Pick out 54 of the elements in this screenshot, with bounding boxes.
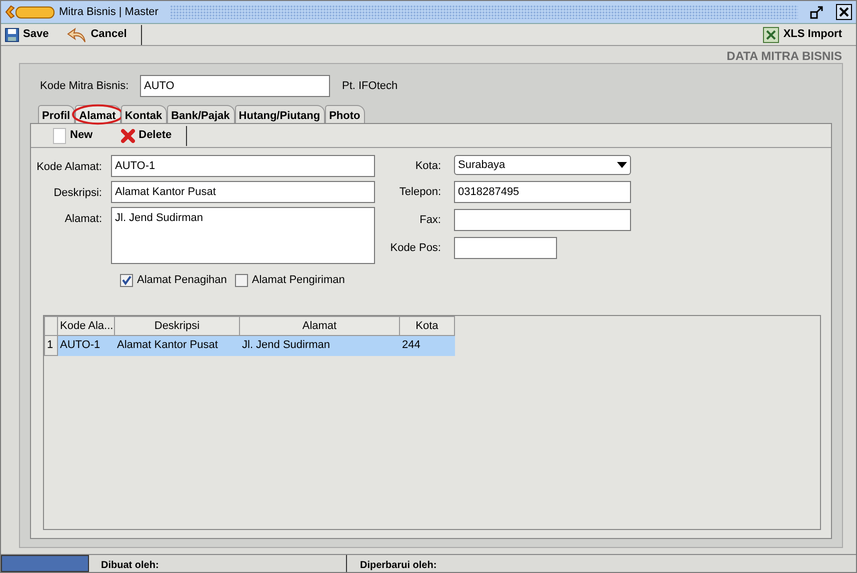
column-header[interactable]: Alamat	[240, 316, 400, 336]
column-header[interactable]: Deskripsi	[114, 316, 240, 336]
tab[interactable]: Bank/Pajak	[167, 105, 235, 123]
save-icon	[5, 28, 19, 42]
dropdown[interactable]: Surabaya	[454, 155, 631, 175]
section-title: DATA MITRA BISNIS	[726, 48, 843, 63]
delete-icon	[120, 128, 135, 142]
company-name: Pt. IFOtech	[342, 78, 398, 94]
cancel-button[interactable]: Cancel	[62, 24, 141, 44]
table-cell: 244	[400, 336, 454, 355]
text-field[interactable]: 0318287495	[454, 181, 631, 203]
close-icon[interactable]	[836, 4, 852, 20]
tab[interactable]: Hutang/Piutang	[234, 105, 326, 123]
field-label: Fax:	[418, 213, 442, 228]
table-cell: AUTO-1	[58, 336, 114, 355]
column-header[interactable]: Kode Ala...	[58, 316, 114, 336]
field-label: Kode Pos:	[389, 241, 442, 256]
text-field[interactable]: AUTO-1	[111, 155, 375, 177]
restore-icon	[810, 5, 824, 19]
table-cell: Jl. Jend Sudirman	[240, 336, 400, 355]
checkbox[interactable]	[120, 274, 133, 287]
tab[interactable]: Kontak	[120, 105, 168, 123]
field-label: Alamat:	[64, 212, 103, 227]
field-label: Kode Mitra Bisnis:	[39, 78, 130, 94]
delete-button[interactable]: Delete	[116, 126, 186, 146]
caret-icon	[617, 162, 627, 168]
field-label: Telepon:	[398, 185, 442, 200]
logo-icon	[5, 4, 55, 20]
field-label: Deskripsi:	[52, 186, 103, 201]
text-field[interactable]: Alamat Kantor Pusat	[111, 181, 375, 203]
tab[interactable]: Profil	[38, 105, 76, 123]
xls-button[interactable]: XLS Import	[759, 24, 856, 44]
table-cell: Alamat Kantor Pusat	[114, 336, 240, 355]
checkbox[interactable]	[234, 274, 248, 287]
tab[interactable]: Photo	[325, 105, 366, 123]
undo-arrow-icon	[66, 26, 87, 42]
status-text: Diperbarui oleh:	[359, 559, 438, 572]
window-title: Mitra Bisnis | Master	[59, 4, 158, 20]
text-field[interactable]	[454, 209, 631, 231]
field-label: Kota:	[414, 159, 442, 174]
column-header[interactable]: Kota	[400, 316, 454, 336]
spreadsheet-icon	[763, 26, 780, 42]
checkbox-label: Alamat Pengiriman	[252, 273, 345, 288]
row-number: 1	[44, 336, 58, 355]
tab[interactable]: Alamat	[75, 105, 121, 123]
checkbox-label: Alamat Penagihan	[137, 273, 227, 288]
text-area[interactable]: Jl. Jend Sudirman	[111, 207, 375, 264]
blank-page-icon	[53, 128, 66, 144]
new-button[interactable]: New	[49, 126, 117, 146]
text-field[interactable]: AUTO	[140, 75, 330, 97]
save-button[interactable]: Save	[1, 24, 63, 44]
status-text: Dibuat oleh:	[89, 555, 347, 572]
field-label: Kode Alamat:	[36, 160, 103, 175]
text-field[interactable]	[454, 237, 557, 259]
